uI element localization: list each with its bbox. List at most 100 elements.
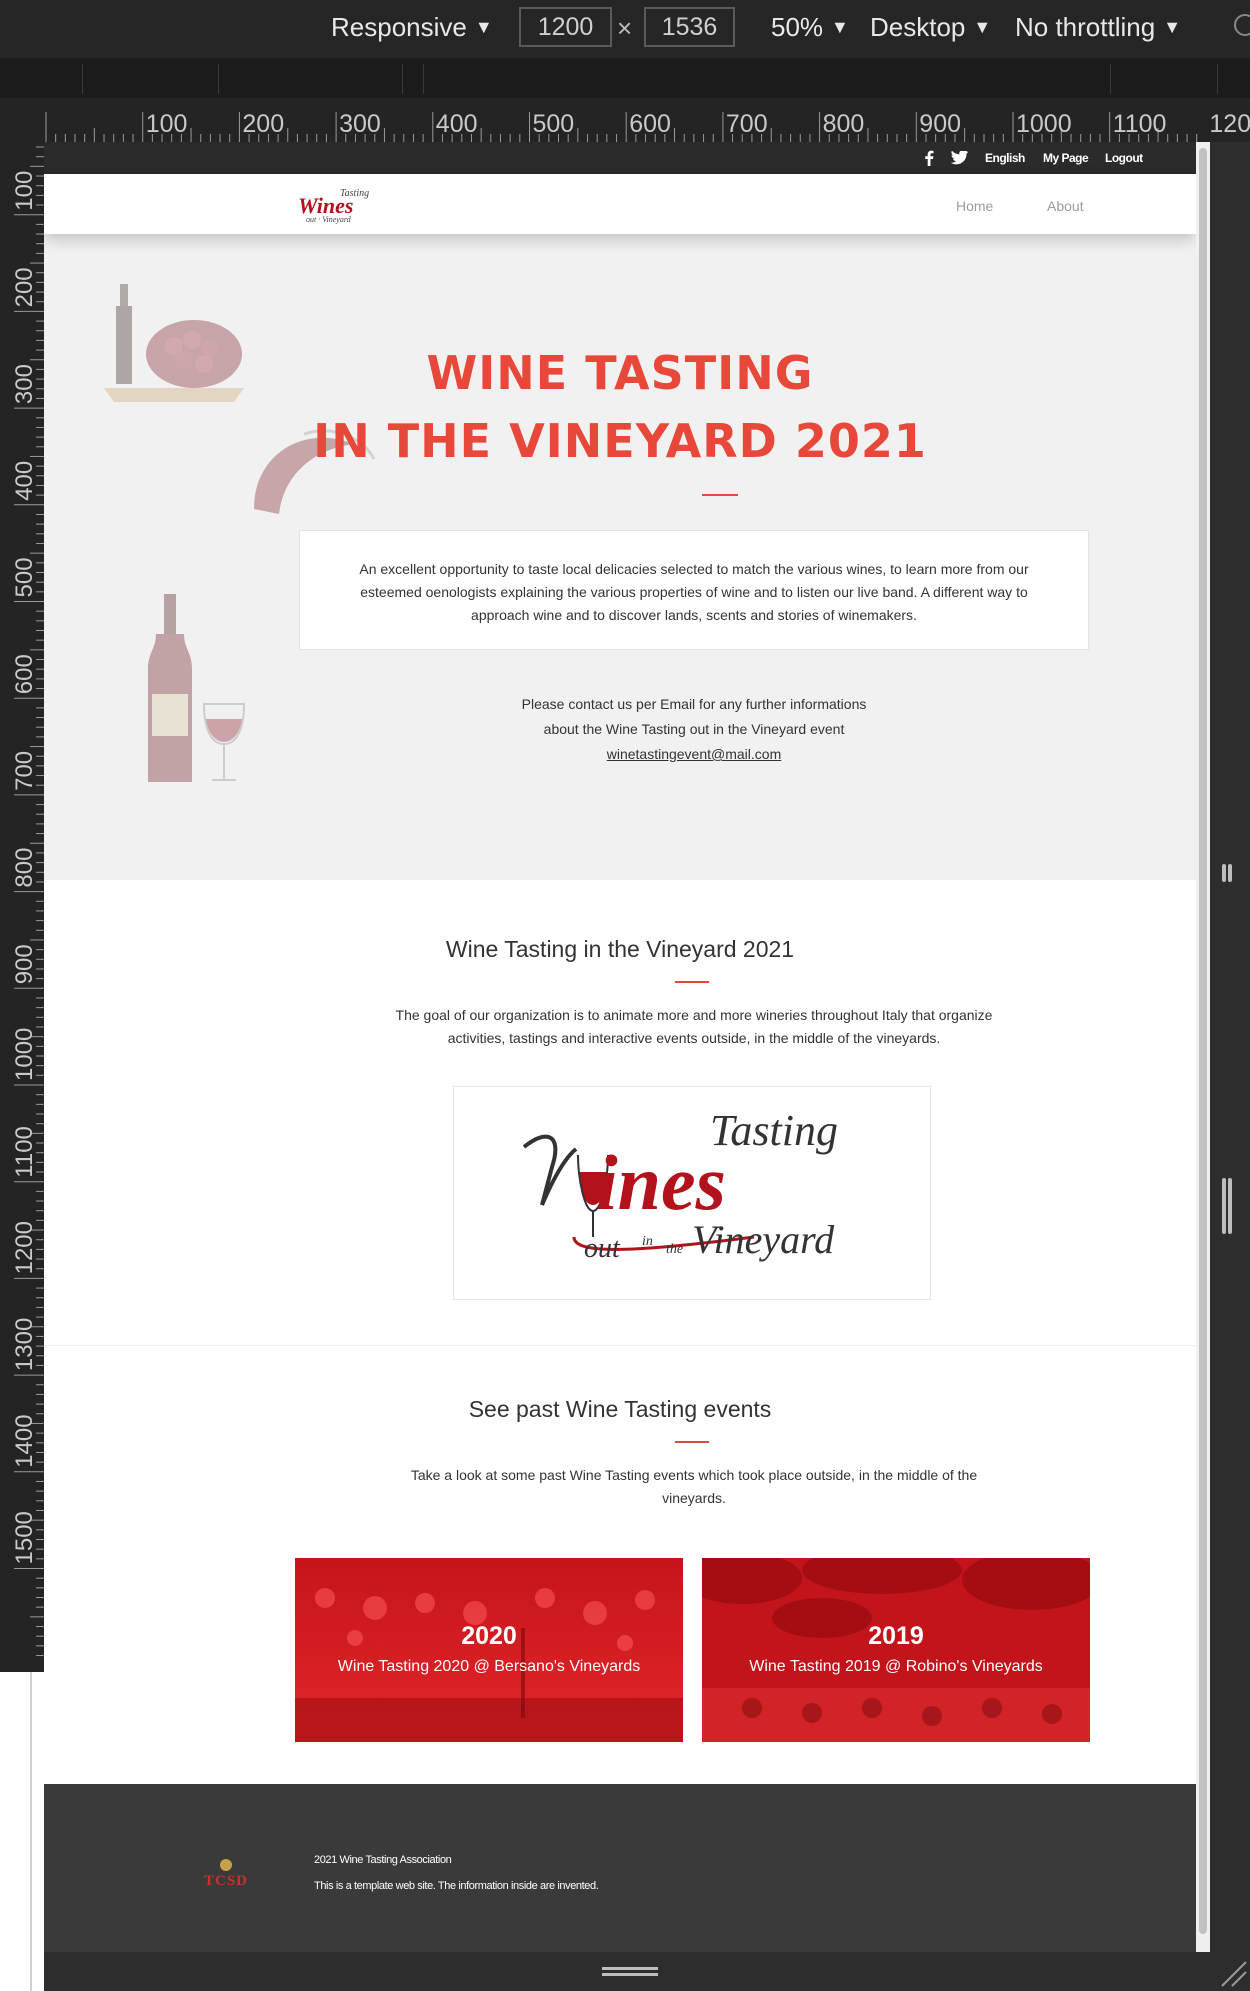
footer-logo: TCSD	[204, 1859, 248, 1890]
logo-tasting-text: Tasting	[710, 1106, 838, 1155]
nav-home[interactable]: Home	[956, 198, 993, 214]
zoom-label: 50%	[771, 12, 824, 42]
ruler-label: 800	[823, 110, 865, 138]
footer-line-2: This is a template web site. The informa…	[314, 1880, 599, 1892]
event-logo-card: Tasting ines out in the Vineyard	[453, 1086, 931, 1300]
event-caption: Wine Tasting 2019 @ Robino's Vineyards	[749, 1658, 1043, 1675]
width-input[interactable]: 1200	[519, 7, 612, 47]
device-mode-dropdown[interactable]: Responsive ▼	[331, 12, 493, 43]
device-type-dropdown[interactable]: Desktop ▼	[870, 12, 991, 43]
ruler-label: 120	[1209, 110, 1250, 138]
ruler-label: 100	[146, 110, 188, 138]
ruler-label: 100	[11, 171, 38, 211]
footer-line-1: 2021 Wine Tasting Association	[314, 1854, 452, 1866]
ruler-label: 800	[11, 848, 38, 888]
resize-handle-bottom[interactable]	[44, 1952, 1247, 1991]
logo-in-text: in	[642, 1234, 653, 1249]
resize-handle-right[interactable]	[1208, 142, 1250, 1991]
ruler-label: 700	[726, 110, 768, 138]
ruler-ticks: 100 200 300 400 500 600 700 800 900 1000 1100 1200 1…	[11, 146, 44, 1657]
hero-title-line2: IN THE VINEYARD 2021	[313, 414, 927, 468]
ruler-label: 400	[11, 461, 38, 501]
height-input[interactable]: 1536	[644, 7, 735, 47]
contact-line-2: about the Wine Tasting out in the Vineya…	[543, 721, 845, 737]
facebook-icon[interactable]	[924, 150, 934, 166]
ruler-label: 1500	[11, 1511, 38, 1564]
logo-wines-text: ines	[596, 1139, 726, 1226]
crest-icon	[220, 1859, 232, 1871]
horizontal-ruler: 100 200 300 400 500 600 700 800 900 1000 1100 120	[0, 98, 1250, 142]
ruler-label: 700	[11, 751, 38, 791]
hero-description-card: An excellent opportunity to taste local …	[299, 530, 1089, 650]
zoom-dropdown[interactable]: 50% ▼	[771, 12, 849, 43]
twitter-icon[interactable]	[951, 151, 969, 165]
device-mode-label: Responsive	[331, 12, 467, 42]
scrollbar-thumb[interactable]	[1199, 148, 1207, 1934]
hero-title-line1: WINE TASTING	[426, 346, 814, 400]
site-logo[interactable]: Tasting Wines out · Vineyard	[296, 184, 376, 226]
nav-about[interactable]: About	[1047, 198, 1084, 214]
event-year: 2019	[868, 1622, 924, 1650]
devtools-toolbar: Responsive ▼ 1200 × 1536 50% ▼ Desktop ▼ No…	[0, 0, 1250, 58]
contact-email-link[interactable]: winetastingevent@mail.com	[607, 746, 782, 762]
ruler-label: 300	[339, 110, 381, 138]
resize-corner-icon[interactable]	[1218, 1958, 1248, 1988]
ruler-label: 1000	[1016, 110, 1072, 138]
ruler-label: 1000	[11, 1028, 38, 1081]
svg-text:out · Vineyard: out · Vineyard	[306, 215, 352, 224]
about-title: Wine Tasting in the Vineyard 2021	[445, 936, 795, 962]
my-page-link[interactable]: My Page	[1043, 151, 1089, 165]
hero-divider	[702, 494, 738, 496]
past-events-divider	[675, 1441, 709, 1443]
vertical-ruler: 100 200 300 400 500 600 700 800 900 1000 1100 1200 1…	[0, 142, 44, 1672]
chevron-down-icon: ▼	[1163, 17, 1182, 37]
ruler-label: 600	[11, 654, 38, 694]
about-text: The goal of our organization is to anima…	[395, 1007, 993, 1046]
logo-out-text: out	[584, 1233, 621, 1264]
ruler-label: 1100	[11, 1126, 38, 1178]
throttling-label: No throttling	[1015, 12, 1156, 42]
ruler-label: 500	[533, 110, 575, 138]
language-link[interactable]: English	[985, 151, 1025, 165]
hero-section: WINE TASTING IN THE VINEYARD 2021 An exc…	[44, 234, 1196, 880]
ruler-label: 600	[629, 110, 671, 138]
device-type-label: Desktop	[870, 12, 966, 42]
past-events-text: Take a look at some past Wine Tasting ev…	[410, 1467, 978, 1506]
ruler-label: 900	[11, 944, 38, 984]
hero-contact: Please contact us per Email for any furt…	[344, 692, 1044, 767]
about-divider	[675, 981, 709, 983]
chevron-down-icon: ▼	[831, 17, 849, 37]
throttling-dropdown[interactable]: No throttling ▼	[1015, 12, 1181, 43]
ruler-label: 1300	[11, 1318, 38, 1371]
ruler-label: 1400	[11, 1414, 38, 1467]
past-events-title: See past Wine Tasting events	[468, 1396, 772, 1422]
ruler-label: 300	[11, 364, 38, 404]
media-query-bar	[0, 58, 1250, 98]
ruler-label: 900	[919, 110, 961, 138]
rotate-icon[interactable]	[1234, 14, 1250, 36]
top-bar: English My Page Logout	[44, 142, 1196, 174]
ruler-label: 1200	[11, 1221, 38, 1274]
event-card-2019[interactable]: 2019 Wine Tasting 2019 @ Robino's Vineya…	[702, 1558, 1090, 1742]
site-footer: TCSD 2021 Wine Tasting Association This …	[44, 1784, 1196, 1952]
ruler-label: 400	[436, 110, 478, 138]
event-card-2020[interactable]: 2020 Wine Tasting 2020 @ Bersano's Viney…	[295, 1558, 683, 1742]
ruler-label: 500	[11, 557, 38, 597]
logout-link[interactable]: Logout	[1105, 151, 1143, 165]
footer-brand: TCSD	[204, 1873, 249, 1889]
contact-line-1: Please contact us per Email for any furt…	[521, 696, 867, 712]
chevron-down-icon: ▼	[474, 17, 493, 37]
wine-bottle-glass-illustration	[148, 594, 246, 782]
ruler-label: 200	[242, 110, 284, 138]
event-year: 2020	[461, 1622, 517, 1650]
chevron-down-icon: ▼	[973, 17, 992, 37]
site-header: Tasting Wines out · Vineyard Home About	[44, 174, 1196, 234]
page-viewport: English My Page Logout Tasting Wines out…	[44, 142, 1196, 1952]
about-section: Wine Tasting in the Vineyard 2021 The go…	[44, 880, 1196, 1346]
ruler-label: 1100	[1113, 110, 1167, 138]
tasting-wines-logo: Tasting ines out in the Vineyard	[522, 1106, 838, 1264]
logo-the-text: the	[666, 1242, 683, 1257]
page-scrollbar[interactable]	[1196, 142, 1210, 1952]
ruler-ticks: 100 200 300 400 500 600 700 800 900 1000 1100 120	[45, 110, 1250, 142]
past-events-section: See past Wine Tasting events Take a look…	[44, 1346, 1196, 1784]
